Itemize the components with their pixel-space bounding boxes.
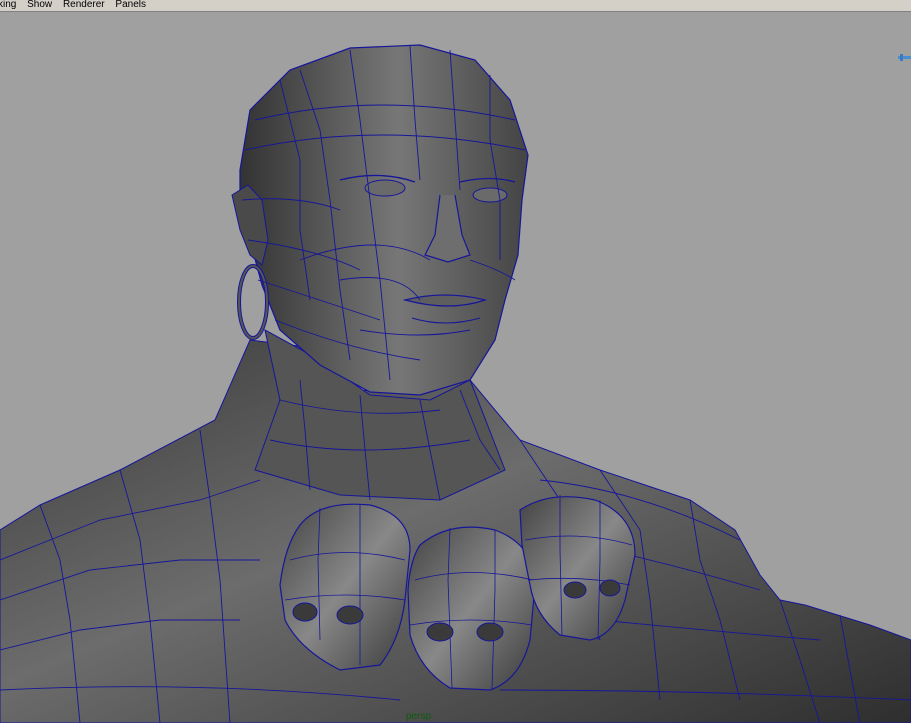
menu-renderer[interactable]: Renderer: [59, 0, 109, 10]
perspective-viewport[interactable]: persp: [0, 12, 911, 723]
panel-menu-bar: king Show Renderer Panels: [0, 0, 911, 12]
wireframe-model: [0, 44, 911, 723]
menu-show[interactable]: Show: [23, 0, 56, 10]
menu-lighting[interactable]: king: [0, 0, 20, 10]
maya-window: king Show Renderer Panels: [0, 0, 911, 723]
manipulator-icon[interactable]: [898, 54, 911, 61]
menu-panels[interactable]: Panels: [111, 0, 150, 10]
right-eye: [472, 187, 508, 203]
skull-middle: [407, 526, 536, 691]
camera-label: persp: [406, 711, 432, 722]
left-eye: [364, 179, 406, 197]
